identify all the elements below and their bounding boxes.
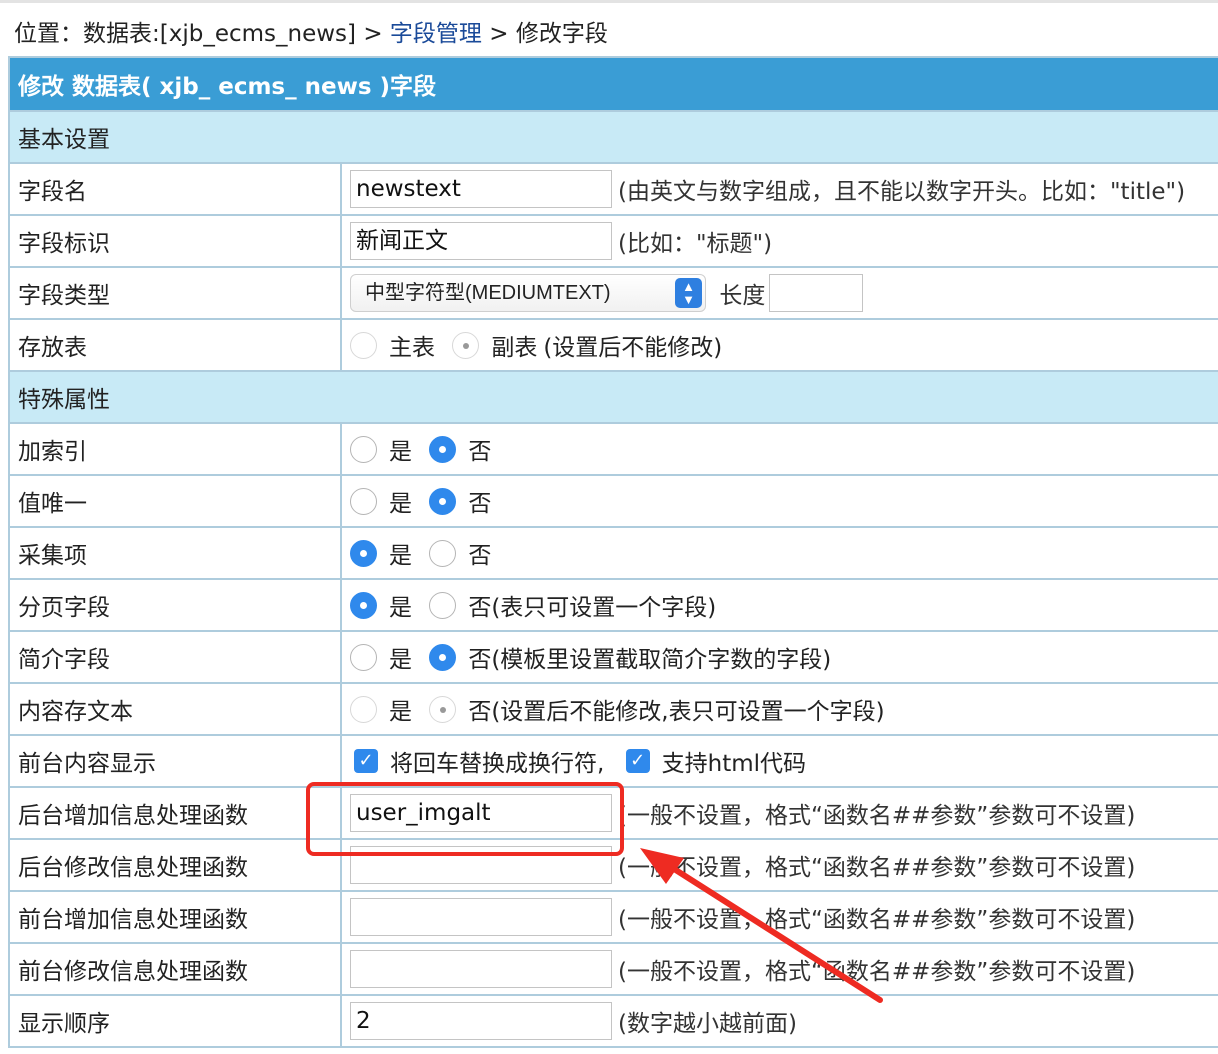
annotation-arrow — [640, 848, 883, 1003]
